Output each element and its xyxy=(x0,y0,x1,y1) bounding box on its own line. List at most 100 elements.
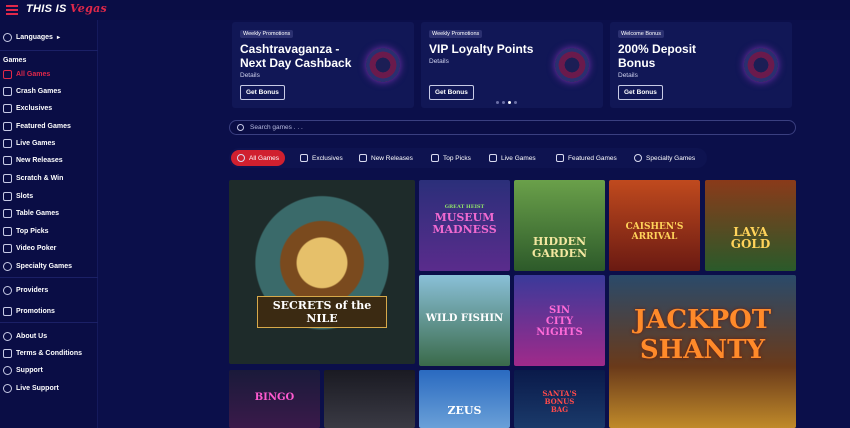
sidebar-item-label: Top Picks xyxy=(16,227,49,235)
divider xyxy=(0,277,98,278)
exclusive-icon xyxy=(300,154,308,162)
sidebar-item-video-poker[interactable]: Video Poker xyxy=(3,241,56,255)
divider xyxy=(0,50,98,51)
promo-tag: Welcome Bonus xyxy=(618,30,664,38)
sidebar-item-live-games[interactable]: Live Games xyxy=(3,136,55,150)
tab-label: Specialty Games xyxy=(646,154,696,162)
game-tile-jackpot-shanty[interactable]: JACKPOT SHANTY xyxy=(609,275,796,428)
search-input[interactable] xyxy=(250,122,770,133)
divider xyxy=(0,322,98,323)
sidebar-item-all-games[interactable]: All Games xyxy=(3,67,50,81)
sidebar-heading-games: Games xyxy=(3,57,27,64)
top-bar: THIS IS Vegas xyxy=(0,0,850,20)
tab-label: Live Games xyxy=(501,154,536,162)
game-tile-caishens-arrival[interactable]: CAISHEN'S ARRIVAL xyxy=(609,180,700,271)
carousel-dot[interactable] xyxy=(514,101,517,104)
tab-specialty-games[interactable]: Specialty Games xyxy=(628,150,701,166)
sidebar-item-exclusives[interactable]: Exclusives xyxy=(3,101,52,115)
tab-label: Featured Games xyxy=(568,154,617,162)
get-bonus-button[interactable]: Get Bonus xyxy=(240,85,285,100)
search-icon xyxy=(237,124,244,131)
sidebar-item-crash-games[interactable]: Crash Games xyxy=(3,84,61,98)
category-tabs: All Games Exclusives New Releases Top Pi… xyxy=(229,148,707,168)
sidebar: Languages ▸ Games All Games Crash Games E… xyxy=(0,20,98,428)
tab-live-games[interactable]: Live Games xyxy=(483,150,542,166)
game-title: LAVA GOLD xyxy=(730,225,771,251)
info-icon xyxy=(3,331,12,341)
sidebar-item-slots[interactable]: Slots xyxy=(3,189,33,203)
sidebar-item-label: Table Games xyxy=(16,209,60,217)
tab-top-picks[interactable]: Top Picks xyxy=(425,150,477,166)
sidebar-item-live-support[interactable]: Live Support xyxy=(3,381,59,395)
live-dealer-icon xyxy=(489,154,497,162)
sidebar-item-label: Slots xyxy=(16,192,34,200)
providers-icon xyxy=(3,285,12,295)
sidebar-item-about-us[interactable]: About Us xyxy=(3,329,47,343)
tab-all-games[interactable]: All Games xyxy=(231,150,285,166)
tab-new-releases[interactable]: New Releases xyxy=(353,150,419,166)
featured-icon xyxy=(556,154,564,162)
game-tile-sin-city-nights[interactable]: SIN CITY NIGHTS xyxy=(514,275,605,366)
sidebar-item-support[interactable]: Support xyxy=(3,363,43,377)
carousel-dot[interactable] xyxy=(496,101,499,104)
game-tile-dark-warriors[interactable] xyxy=(324,370,415,428)
live-dealer-icon xyxy=(3,138,12,148)
magnet-icon xyxy=(3,69,12,79)
promo-details-link[interactable]: Details xyxy=(618,72,638,79)
carousel-dot-active[interactable] xyxy=(508,101,511,104)
menu-icon[interactable] xyxy=(6,5,18,15)
promo-details-link[interactable]: Details xyxy=(429,58,449,65)
tab-label: New Releases xyxy=(371,154,413,162)
roulette-wheel-icon xyxy=(366,48,400,82)
game-tile-museum-madness[interactable]: GREAT HEIST MUSEUM MADNESS xyxy=(419,180,510,271)
featured-icon xyxy=(3,121,12,131)
carousel-dot[interactable] xyxy=(502,101,505,104)
promo-card-deposit: Welcome Bonus 200% Deposit Bonus Details… xyxy=(610,22,792,108)
sidebar-item-scratch-win[interactable]: Scratch & Win xyxy=(3,171,63,185)
sidebar-item-table-games[interactable]: Table Games xyxy=(3,206,59,220)
game-tile-zeus[interactable]: ZEUS xyxy=(419,370,510,428)
globe-icon xyxy=(3,32,12,42)
tab-featured-games[interactable]: Featured Games xyxy=(550,150,623,166)
promo-details-link[interactable]: Details xyxy=(240,72,260,79)
gear-icon xyxy=(634,154,642,162)
promo-card-vip: Weekly Promotions VIP Loyalty Points Det… xyxy=(421,22,603,108)
game-tile-hidden-garden[interactable]: HIDDEN GARDEN xyxy=(514,180,605,271)
sidebar-item-specialty-games[interactable]: Specialty Games xyxy=(3,259,72,273)
magnet-icon xyxy=(237,154,245,162)
game-title: SIN CITY NIGHTS xyxy=(536,305,583,338)
game-tile-wild-fishin[interactable]: WILD FISHIN xyxy=(419,275,510,366)
sidebar-item-terms[interactable]: Terms & Conditions xyxy=(3,346,82,360)
get-bonus-button[interactable]: Get Bonus xyxy=(618,85,663,100)
sidebar-item-label: Live Games xyxy=(16,139,56,147)
sidebar-item-providers[interactable]: Providers xyxy=(3,283,48,297)
exclusive-icon xyxy=(3,103,12,113)
sidebar-item-label: Languages xyxy=(16,33,53,41)
trophy-icon xyxy=(431,154,439,162)
carousel-dots xyxy=(496,101,517,104)
game-tile-santas-bonus-bag[interactable]: SANTA'S BONUS BAG xyxy=(514,370,605,428)
game-tile-secrets-of-the-nile[interactable]: SECRETS of the NILE xyxy=(229,180,415,364)
promo-tag: Weekly Promotions xyxy=(429,30,483,38)
promo-card-cashback: Weekly Promotions Cashtravaganza - Next … xyxy=(232,22,414,108)
game-title: SECRETS of the NILE xyxy=(257,296,387,328)
get-bonus-button[interactable]: Get Bonus xyxy=(429,85,474,100)
game-title: JACKPOT SHANTY xyxy=(633,305,772,365)
sidebar-item-top-picks[interactable]: Top Picks xyxy=(3,224,49,238)
game-title: BINGO xyxy=(254,392,295,403)
sidebar-languages[interactable]: Languages ▸ xyxy=(3,30,60,44)
crash-icon xyxy=(3,86,12,96)
sidebar-item-promotions[interactable]: Promotions xyxy=(3,304,55,318)
game-tile-bingo[interactable]: BINGO xyxy=(229,370,320,428)
sidebar-item-new-releases[interactable]: New Releases xyxy=(3,153,63,167)
gear-icon xyxy=(3,261,12,271)
megaphone-icon xyxy=(3,155,12,165)
tab-exclusives[interactable]: Exclusives xyxy=(294,150,349,166)
game-tile-lava-gold[interactable]: LAVA GOLD xyxy=(705,180,796,271)
sidebar-item-label: Support xyxy=(16,366,43,374)
site-logo[interactable]: THIS IS Vegas xyxy=(26,2,107,15)
search-bar xyxy=(229,120,796,135)
game-title: ZEUS xyxy=(447,404,482,417)
sidebar-item-featured-games[interactable]: Featured Games xyxy=(3,119,71,133)
document-icon xyxy=(3,348,12,358)
